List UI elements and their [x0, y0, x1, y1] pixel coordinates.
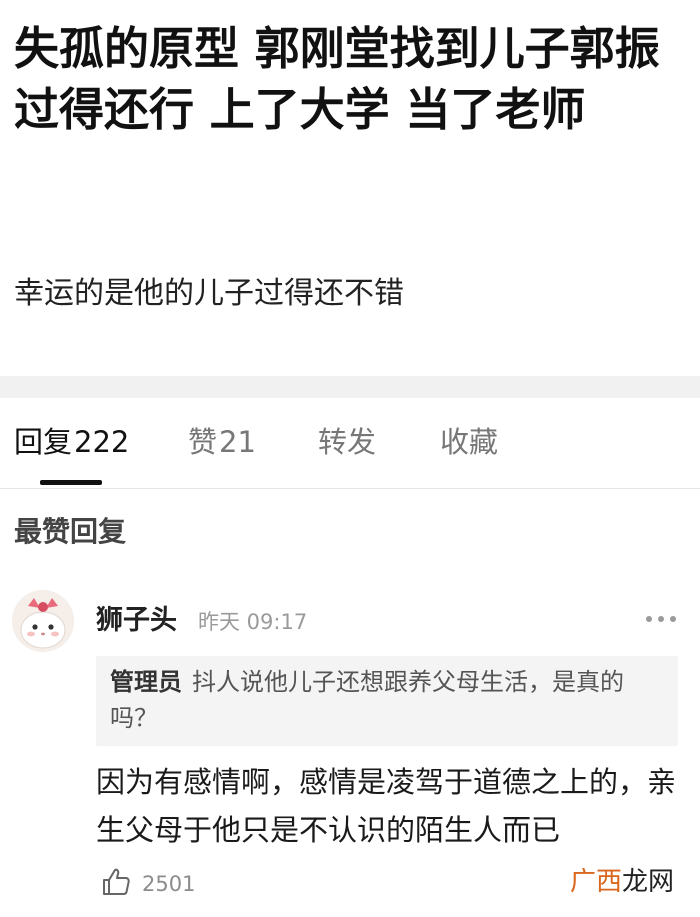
- section-divider: [0, 376, 700, 398]
- cat-avatar-icon: [12, 590, 74, 652]
- comment-username[interactable]: 狮子头: [96, 602, 177, 640]
- thumbs-up-icon[interactable]: [100, 866, 132, 898]
- tab-likes-count: 21: [219, 425, 256, 459]
- tab-likes-label: 赞: [188, 425, 218, 459]
- tab-replies-count: 222: [74, 425, 130, 459]
- quote-content: 抖人说他儿子还想跟养父母生活，是真的吗？: [110, 668, 624, 732]
- active-tab-indicator: [40, 480, 102, 485]
- avatar[interactable]: [12, 590, 74, 652]
- watermark-part1: 广西: [570, 867, 623, 897]
- article-subtitle: 幸运的是他的儿子过得还不错: [14, 276, 404, 311]
- quoted-reply[interactable]: 管理员 抖人说他儿子还想跟养父母生活，是真的吗？: [96, 656, 678, 746]
- tab-favorites-label: 收藏: [440, 425, 499, 459]
- article-title: 失孤的原型 郭刚堂找到儿子郭振 过得还行 上了大学 当了老师: [14, 22, 660, 136]
- quoted-reply-text: 管理员 抖人说他儿子还想跟养父母生活，是真的吗？: [110, 664, 670, 736]
- more-options-icon[interactable]: [646, 604, 678, 634]
- tab-reposts[interactable]: 转发: [318, 422, 376, 462]
- tab-bar: 回复222 赞21 转发 收藏: [0, 398, 700, 489]
- comment-body: 因为有感情啊，感情是凌驾于道德之上的，亲生父母于他只是不认识的陌生人而已: [96, 765, 677, 847]
- tab-reposts-label: 转发: [318, 425, 377, 459]
- watermark-logo: 广西龙网: [570, 864, 674, 900]
- section-title: 最赞回复: [14, 515, 127, 548]
- like-count: 2501: [142, 872, 196, 896]
- tab-replies[interactable]: 回复222: [14, 422, 129, 462]
- watermark-part2: 龙网: [622, 867, 675, 897]
- tab-likes[interactable]: 赞21: [188, 422, 256, 462]
- tab-favorites[interactable]: 收藏: [440, 422, 498, 462]
- quote-author[interactable]: 管理员: [110, 668, 182, 696]
- tab-replies-label: 回复: [14, 425, 73, 459]
- comment-timestamp: 昨天 09:17: [198, 610, 308, 634]
